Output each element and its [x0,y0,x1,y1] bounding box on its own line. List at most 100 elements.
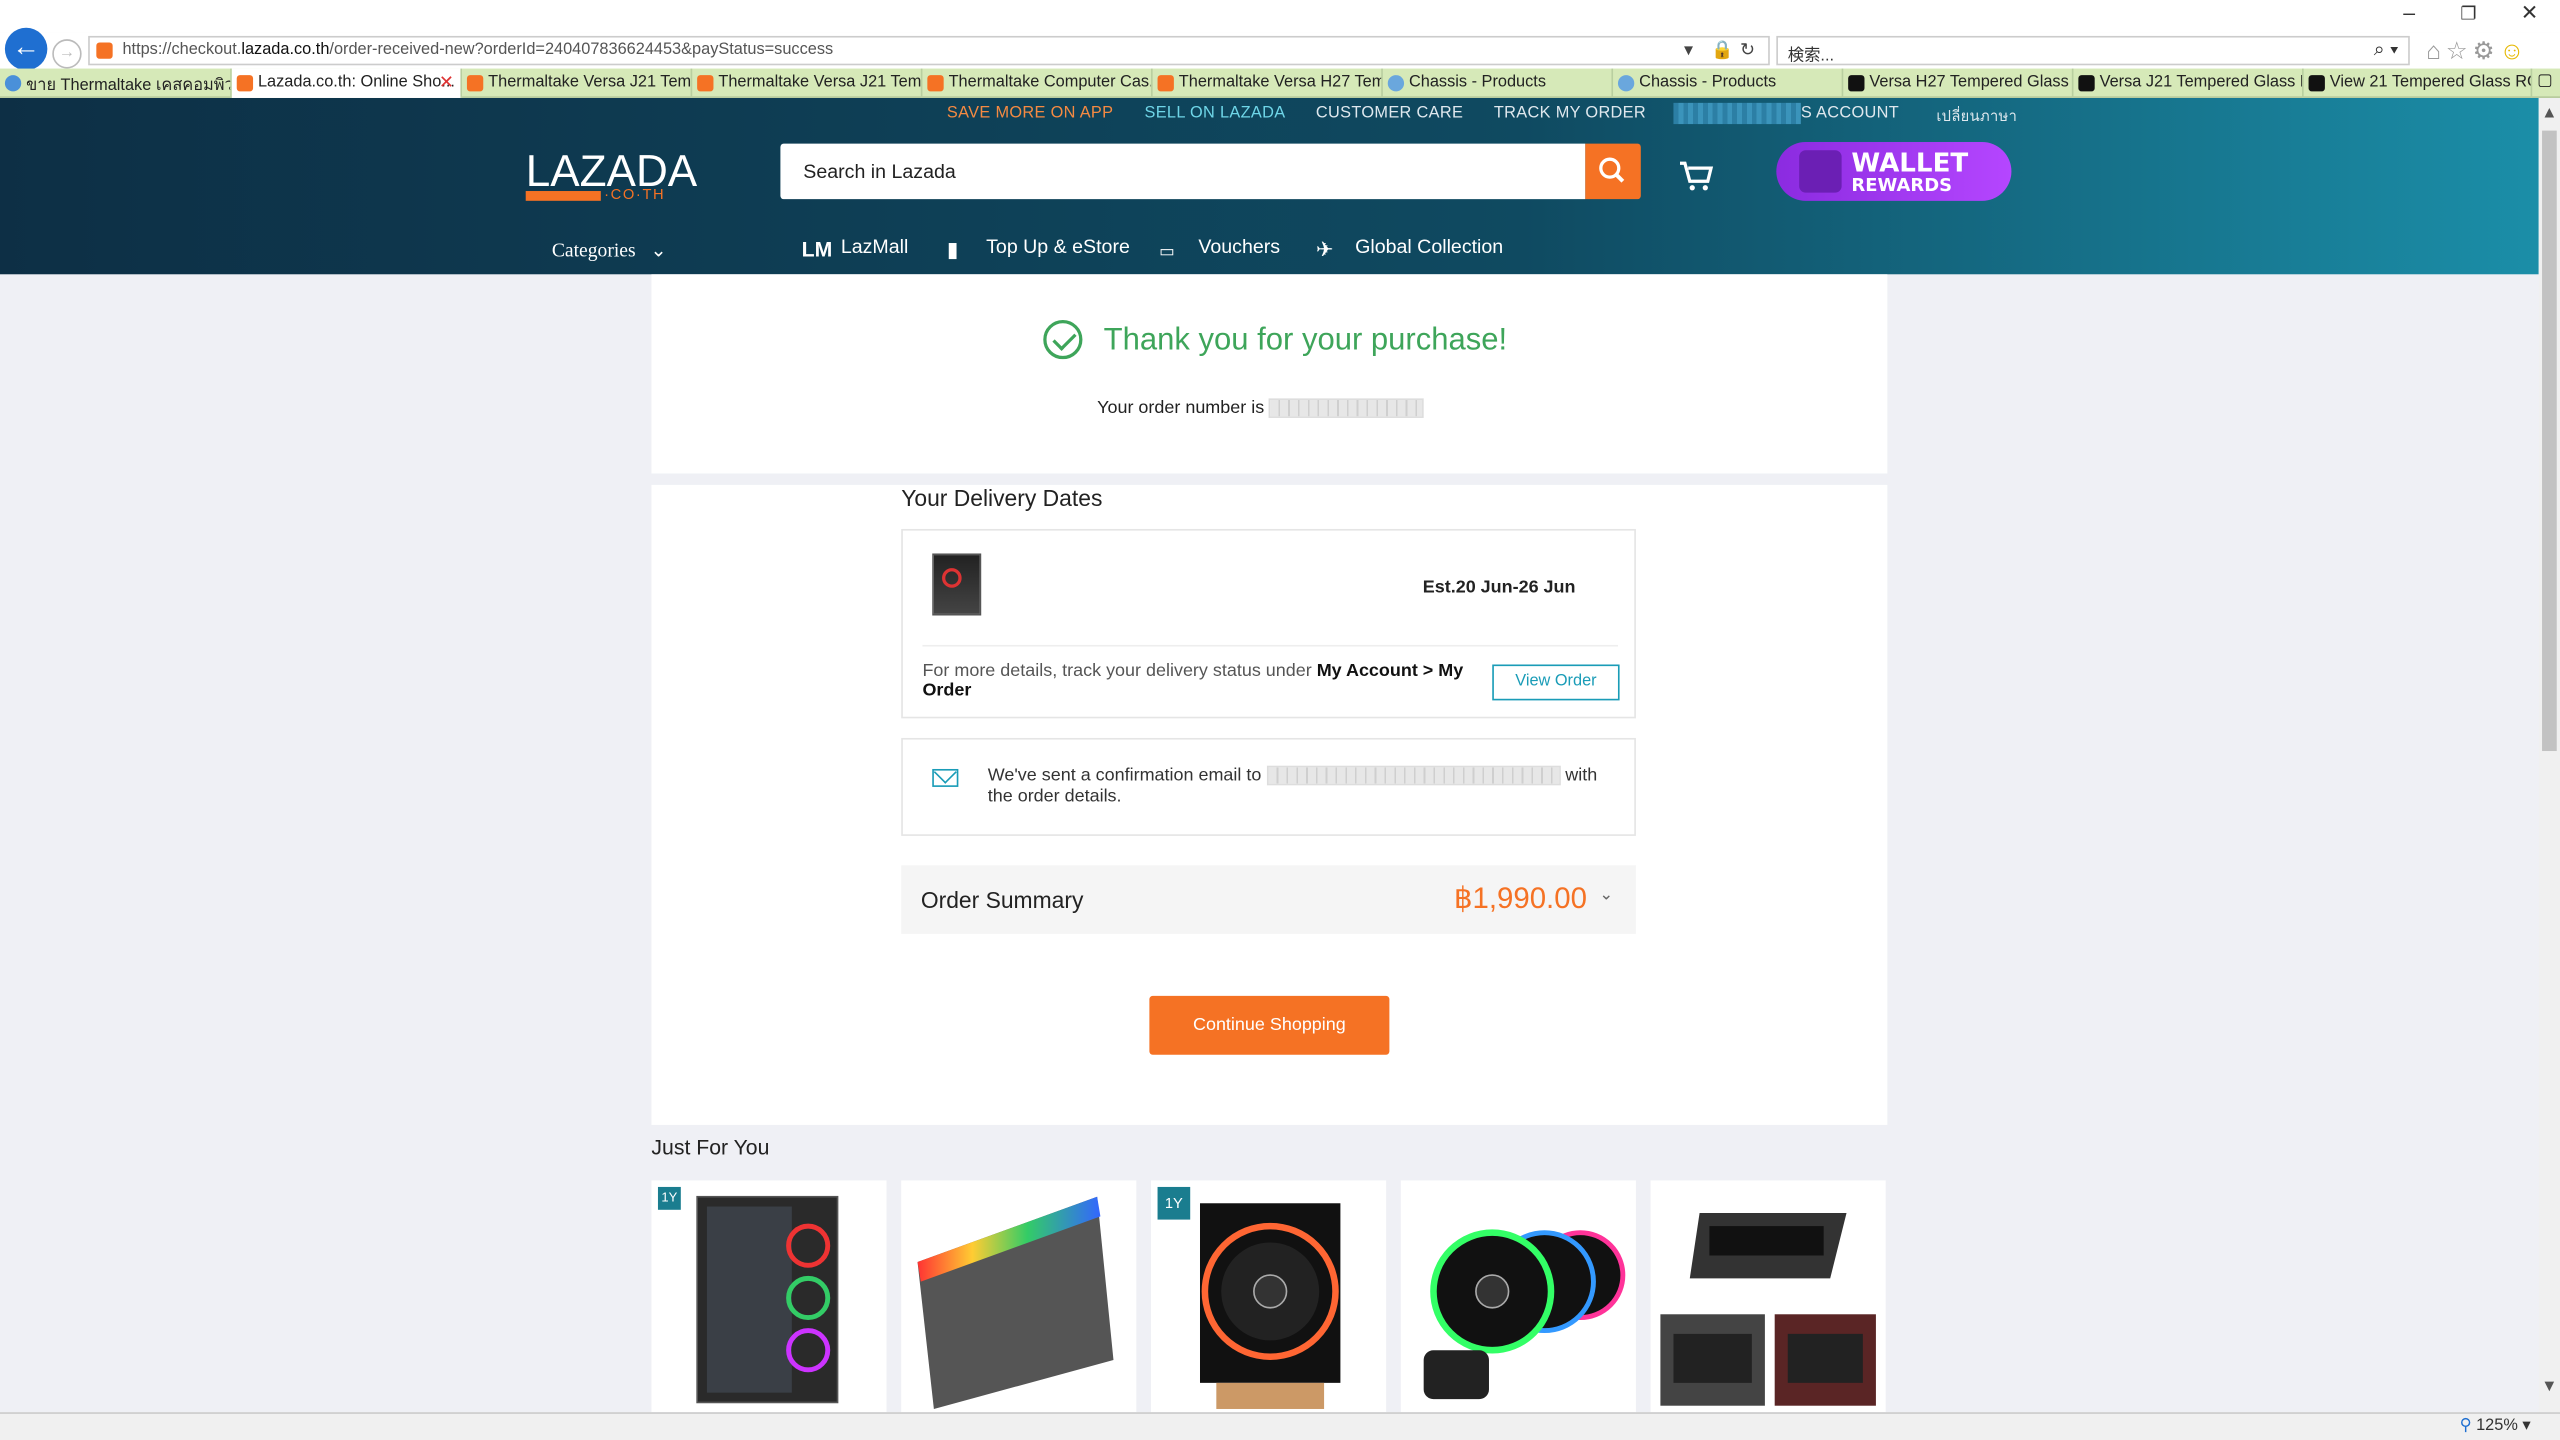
site-search-button[interactable] [1585,143,1641,200]
tab-favicon-icon [236,75,254,92]
home-icon[interactable]: ⌂ [2426,38,2446,66]
product-card[interactable] [901,1180,1137,1413]
nav-topup[interactable]: ▮ Top Up & eStore [947,235,1130,261]
top-link-track-order[interactable]: TRACK MY ORDER [1494,104,1646,122]
order-total: ฿1,990.00 [1453,881,1587,915]
browser-tab[interactable]: Chassis - Products [1383,68,1614,98]
lazada-header: SAVE MORE ON APP SELL ON LAZADA CUSTOMER… [0,97,2539,275]
wallet-line2: REWARDS [1851,174,1953,196]
pc-case-image [696,1195,839,1404]
wallet-rewards-banner[interactable]: WALLET REWARDS [1776,142,2012,201]
categories-menu[interactable]: Categories ⌄ [552,238,667,262]
wallet-gift-icon [1799,150,1842,193]
settings-gear-icon[interactable]: ⚙ [2473,38,2500,66]
tab-favicon-icon [1617,75,1635,92]
browser-tab[interactable]: Chassis - Products [1613,68,1844,98]
order-summary-row[interactable]: Order Summary ฿1,990.00 ⌄ [901,865,1636,934]
tab-bar: ขาย Thermaltake เคสคอมพิวเ... Lazada.co.… [0,68,2560,98]
logo-underline [525,191,601,201]
zoom-level[interactable]: ⚲ 125% ▾ [2460,1417,2531,1435]
fan-controller-image [1660,1213,1876,1406]
wallet-line1: WALLET [1851,146,1969,178]
vertical-scrollbar[interactable]: ▲ ▼ [2538,97,2560,1413]
email-notice-text: We've sent a confirmation email to with … [987,765,1598,807]
browser-search-box[interactable]: 検索... ⌕ ▾ [1776,35,2410,66]
rgb-ram-image [917,1196,1114,1409]
product-card[interactable]: 1Y [651,1180,887,1413]
top-link-sell[interactable]: SELL ON LAZADA [1144,104,1285,122]
refresh-icon[interactable]: ↻ [1740,41,1762,61]
voucher-icon: ▭ [1159,243,1175,262]
lazmall-icon: LM [801,236,833,262]
scroll-down-icon[interactable]: ▼ [2539,1378,2560,1396]
warranty-badge: 1Y [1157,1186,1191,1220]
scroll-thumb[interactable] [2542,130,2557,752]
browser-search-text: 検索... [1787,47,1835,66]
delivery-details-text: For more details, track your delivery st… [922,661,1464,701]
url-text[interactable]: https://checkout.lazada.co.th/order-rece… [122,41,833,59]
browser-tab[interactable]: Versa H27 Tempered Glass ... [1843,68,2074,98]
restore-icon[interactable]: ❐ [2460,3,2476,25]
browser-tab[interactable]: ขาย Thermaltake เคสคอมพิวเ... [0,68,232,98]
favorites-star-icon[interactable]: ☆ [2446,38,2473,66]
browser-tab[interactable]: Thermaltake Versa H27 Tem... [1153,68,1383,98]
top-link-account[interactable]: S ACCOUNT [1801,104,1899,122]
back-button[interactable]: ← [4,27,48,71]
chevron-down-icon[interactable]: ⌄ [1599,887,1613,905]
cart-icon[interactable] [1678,160,1714,201]
search-icon[interactable]: ⌕ ▾ [2374,38,2399,62]
view-order-button[interactable]: View Order [1492,664,1620,701]
nav-lazmall[interactable]: LM LazMall [801,235,909,262]
top-link-customer-care[interactable]: CUSTOMER CARE [1316,104,1463,122]
status-bar: ⚲ 125% ▾ [0,1412,2560,1440]
product-card[interactable] [1650,1180,1886,1413]
just-for-you-heading: Just For You [651,1134,770,1160]
browser-tab-active[interactable]: Lazada.co.th: Online Sho... ✕ [231,68,463,98]
delivery-card: Your Delivery Dates Est.20 Jun-26 Jun Fo… [651,484,1888,1125]
top-link-language[interactable]: เปลี่ยนภาษา [1936,104,2017,127]
browser-tab[interactable]: Thermaltake Computer Cas... [922,68,1153,98]
rgb-fans-image [1423,1229,1626,1400]
scroll-up-icon[interactable]: ▲ [2539,104,2560,122]
email-redacted [1266,765,1561,786]
site-search-placeholder: Search in Lazada [803,159,956,183]
browser-tab[interactable]: Versa J21 Tempered Glass E... [2073,68,2304,98]
browser-tab[interactable]: View 21 Tempered Glass RG... [2304,68,2533,98]
lock-icon[interactable]: 🔒 [1711,41,1740,61]
warranty-badge: 1Y [657,1186,681,1210]
tab-favicon-icon [927,75,944,92]
continue-shopping-button[interactable]: Continue Shopping [1149,995,1390,1055]
tab-favicon-icon [1387,75,1405,92]
close-window-icon[interactable]: ✕ [2521,0,2539,26]
tab-favicon-icon [1848,75,1865,92]
browser-tab[interactable]: Thermaltake Versa J21 Tem... [692,68,923,98]
product-thumbnail[interactable] [932,553,982,616]
divider [922,644,1618,647]
tab-favicon-icon [1157,75,1174,92]
product-card[interactable]: 1Y [1151,1180,1387,1413]
tab-favicon-icon [2308,75,2325,92]
zoom-icon: ⚲ [2459,1417,2472,1436]
product-card[interactable] [1400,1180,1636,1413]
browser-tab[interactable]: Thermaltake Versa J21 Tem... [462,68,693,98]
top-link-save-more[interactable]: SAVE MORE ON APP [947,104,1113,122]
address-actions[interactable]: ▾ 🔒↻ [1684,39,1762,61]
page-content: SAVE MORE ON APP SELL ON LAZADA CUSTOMER… [0,97,2539,1413]
tab-favicon-icon [2078,75,2095,92]
tab-favicon-icon [697,75,714,92]
delivery-estimate: Est.20 Jun-26 Jun [1422,577,1576,598]
nav-vouchers[interactable]: ▭ Vouchers [1159,235,1280,266]
tab-close-icon[interactable]: ✕ [439,72,454,93]
site-search-input[interactable]: Search in Lazada [780,143,1586,200]
smiley-icon[interactable]: ☺ [2500,38,2530,66]
window-titlebar: – ❐ ✕ [0,0,2560,33]
thank-you-heading: Thank you for your purchase! [1103,323,1508,358]
confirmation-card: Thank you for your purchase! Your order … [651,274,1888,474]
dropdown-icon[interactable]: ▾ [1684,41,1700,61]
forward-button[interactable]: → [52,39,82,69]
new-tab-button[interactable]: ▢ [2532,69,2560,98]
nav-global-collection[interactable]: ✈ Global Collection [1315,235,1503,262]
plane-icon: ✈ [1315,236,1334,262]
address-bar[interactable]: https://checkout.lazada.co.th/order-rece… [88,35,1770,66]
minimize-icon[interactable]: – [2403,0,2415,24]
